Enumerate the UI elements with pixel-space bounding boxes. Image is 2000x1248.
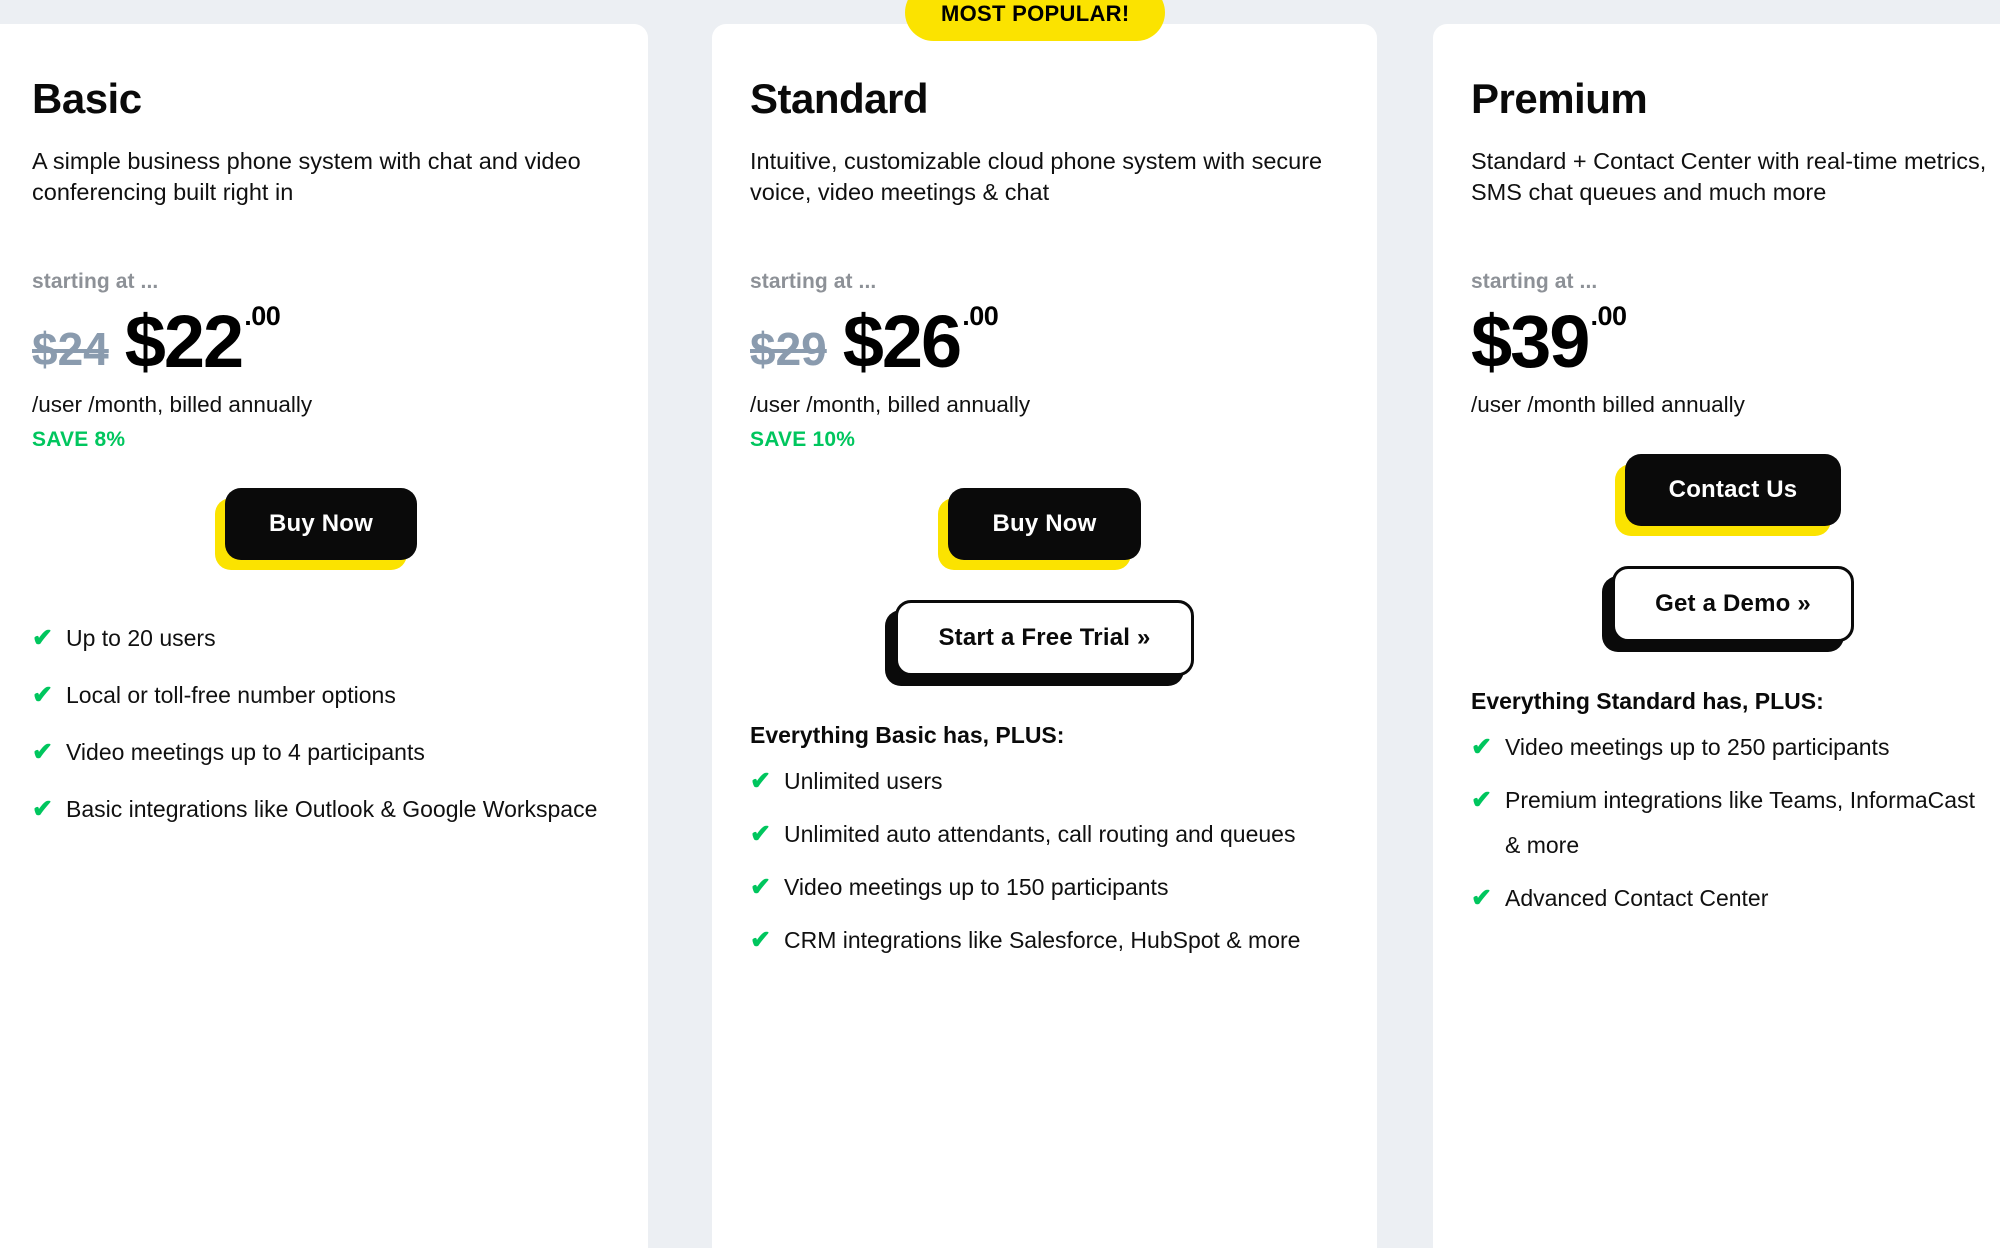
plan-card-basic: Basic A simple business phone system wit… [0,24,648,1248]
plan-title-premium: Premium [1471,75,1648,122]
save-badge-basic: SAVE 8% [32,428,126,452]
plan-card-standard: Standard Intuitive, customizable cloud p… [712,24,1377,1248]
list-item: ✔ Unlimited users [750,759,1339,804]
pricing-page: Basic A simple business phone system wit… [0,0,2000,1248]
price-row-premium: $39 .00 [1471,299,1995,383]
check-icon: ✔ [32,738,53,767]
feature-label: Premium integrations like Teams, Informa… [1505,787,1975,858]
list-item: ✔ Video meetings up to 4 participants [32,730,610,775]
feature-label: Video meetings up to 250 participants [1505,734,1890,761]
features-heading-standard: Everything Basic has, PLUS: [750,722,1065,749]
check-icon: ✔ [750,767,771,796]
list-item: ✔ Video meetings up to 150 participants [750,865,1339,910]
get-a-demo-button[interactable]: Get a Demo » [1612,566,1854,643]
feature-list-standard: ✔ Unlimited users ✔ Unlimited auto atten… [750,759,1339,963]
feature-label: Local or toll-free number options [66,682,396,709]
check-icon: ✔ [750,926,771,955]
current-price-basic: $22 [124,299,244,383]
check-icon: ✔ [1471,733,1492,762]
feature-label: Advanced Contact Center [1505,884,1769,911]
cta-group-standard: Buy Now Start a Free Trial » [750,488,1339,677]
feature-label: CRM integrations like Salesforce, HubSpo… [784,927,1301,954]
list-item: ✔ Advanced Contact Center [1471,876,1995,921]
buy-now-button-basic[interactable]: Buy Now [224,488,418,561]
billing-note-basic: /user /month, billed annually [32,392,313,418]
list-item: ✔ Unlimited auto attendants, call routin… [750,812,1339,857]
feature-label: Video meetings up to 150 participants [784,874,1169,901]
check-icon: ✔ [750,820,771,849]
list-item: ✔ Basic integrations like Outlook & Goog… [32,787,610,832]
start-free-trial-button[interactable]: Start a Free Trial » [895,600,1194,677]
price-cents-premium: .00 [1590,301,1627,332]
plan-description-premium: Standard + Contact Center with real-time… [1471,148,1987,206]
feature-list-basic: ✔ Up to 20 users ✔ Local or toll-free nu… [32,616,610,832]
plan-description-standard: Intuitive, customizable cloud phone syst… [750,148,1323,206]
plan-title-standard: Standard [750,75,929,122]
feature-label: Unlimited auto attendants, call routing … [784,821,1296,848]
billing-note-premium: /user /month billed annually [1471,392,1745,418]
cta-group-basic: Buy Now [32,488,610,561]
check-icon: ✔ [32,681,53,710]
cta-group-premium: Contact Us Get a Demo » [1471,454,1995,643]
starting-at-label-standard: starting at ... [750,270,877,294]
list-item: ✔ Video meetings up to 250 participants [1471,725,1995,770]
check-icon: ✔ [1471,786,1492,815]
feature-label: Unlimited users [784,768,943,795]
list-item: ✔ CRM integrations like Salesforce, HubS… [750,918,1339,963]
check-icon: ✔ [32,624,53,653]
price-row-standard: $29 $26 .00 [750,299,1339,383]
list-item: ✔ Up to 20 users [32,616,610,661]
billing-note-standard: /user /month, billed annually [750,392,1031,418]
contact-us-button[interactable]: Contact Us [1624,454,1842,527]
price-row-basic: $24 $22 .00 [32,299,610,383]
price-cents-basic: .00 [244,301,281,332]
feature-label: Basic integrations like Outlook & Google… [66,796,598,823]
feature-list-premium: ✔ Video meetings up to 250 participants … [1471,725,1995,921]
feature-label: Video meetings up to 4 participants [66,739,425,766]
feature-label: Up to 20 users [66,625,216,652]
old-price-basic: $24 [32,323,109,376]
current-price-standard: $26 [842,299,962,383]
price-cents-standard: .00 [962,301,999,332]
features-heading-premium: Everything Standard has, PLUS: [1471,688,1824,715]
starting-at-label-premium: starting at ... [1471,270,1598,294]
plan-card-premium: Premium Standard + Contact Center with r… [1433,24,2000,1248]
plan-description-basic: A simple business phone system with chat… [32,148,581,206]
buy-now-button-standard[interactable]: Buy Now [948,488,1141,561]
list-item: ✔ Premium integrations like Teams, Infor… [1471,778,1995,868]
plan-title-basic: Basic [32,75,142,122]
save-badge-standard: SAVE 10% [750,428,856,452]
most-popular-badge: MOST POPULAR! [905,0,1166,41]
check-icon: ✔ [1471,883,1492,912]
list-item: ✔ Local or toll-free number options [32,673,610,718]
starting-at-label-basic: starting at ... [32,270,159,294]
check-icon: ✔ [32,795,53,824]
old-price-standard: $29 [750,323,827,376]
check-icon: ✔ [750,873,771,902]
current-price-premium: $39 [1471,299,1590,383]
